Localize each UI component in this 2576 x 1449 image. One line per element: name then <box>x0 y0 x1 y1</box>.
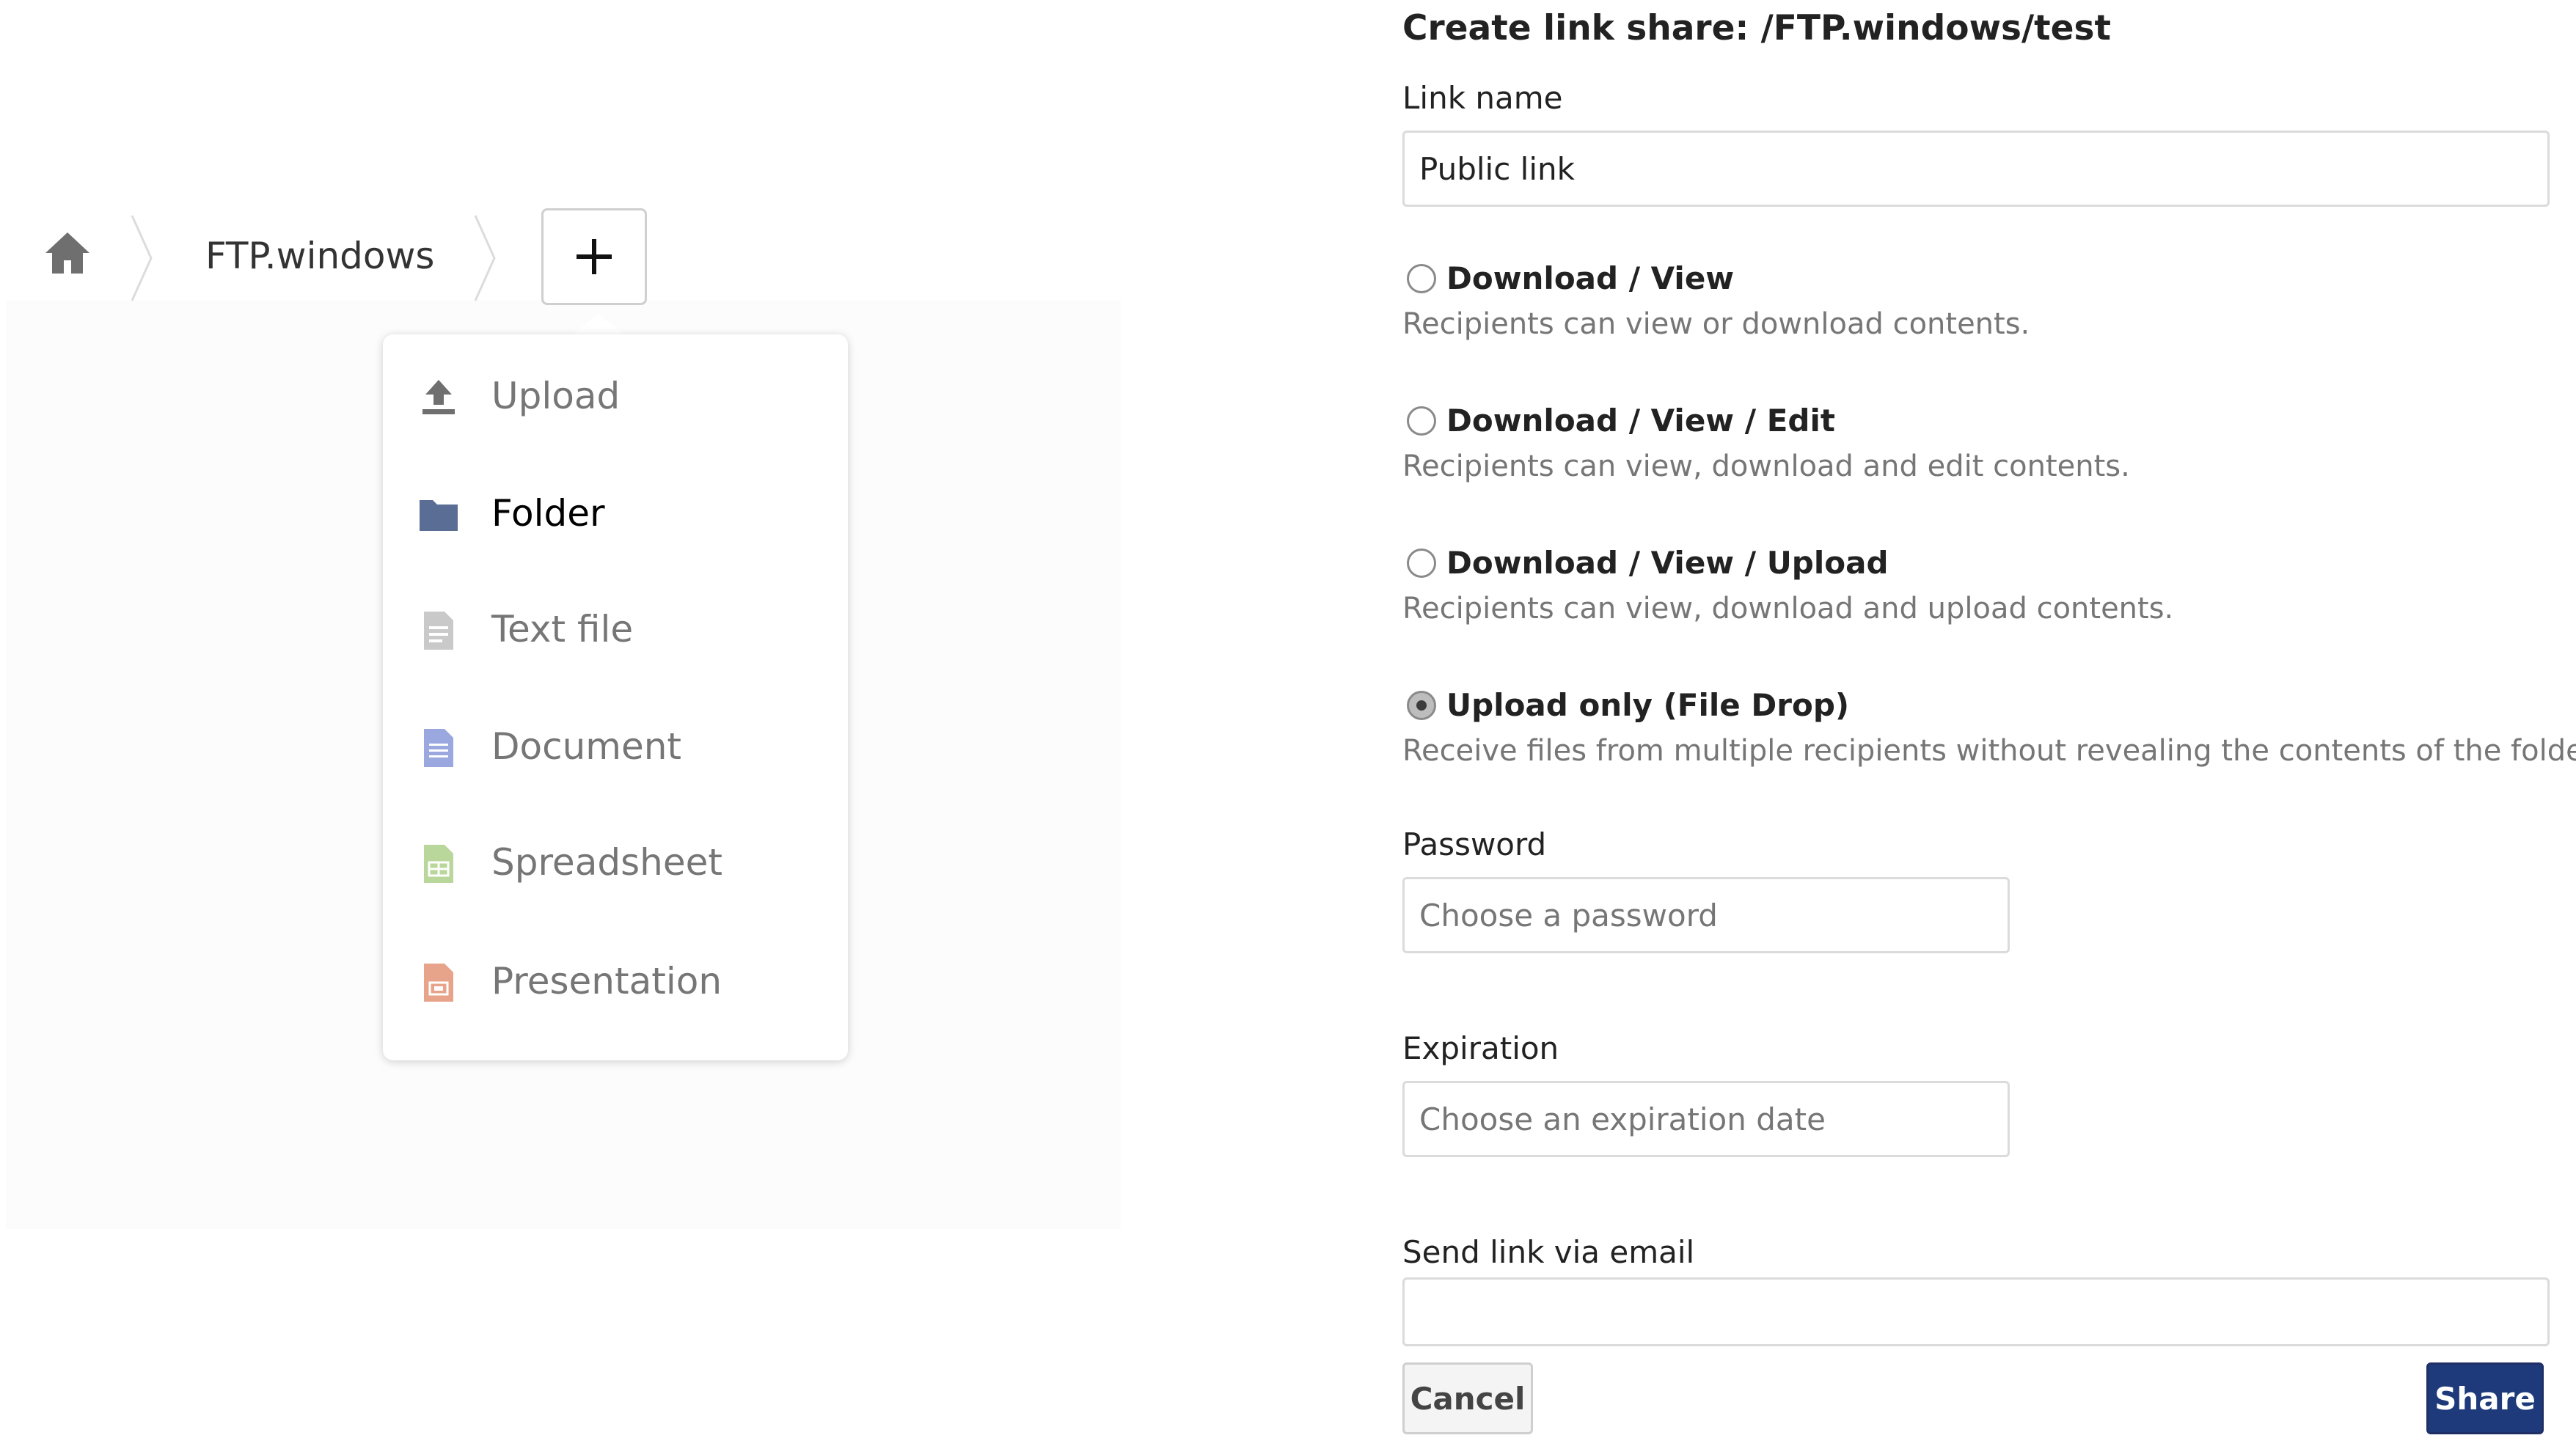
new-item-menu-list: Upload Folder Text file Document Spreads… <box>383 334 848 1060</box>
menu-item-label: Spreadsheet <box>491 841 722 884</box>
email-label: Send link via email <box>1402 1234 1695 1270</box>
cancel-button[interactable]: Cancel <box>1402 1362 1533 1434</box>
menu-item-label: Presentation <box>491 960 722 1002</box>
radio-download-view-upload[interactable] <box>1407 549 1436 578</box>
home-icon <box>45 232 89 274</box>
breadcrumb-separator-icon <box>474 215 496 301</box>
option-description: Recipients can view, download and upload… <box>1402 592 2174 626</box>
menu-item-label: Upload <box>491 375 621 417</box>
share-button[interactable]: Share <box>2426 1362 2544 1434</box>
spreadsheet-icon <box>424 845 453 883</box>
breadcrumb-home[interactable] <box>38 226 97 280</box>
option-description: Recipients can view or download contents… <box>1402 307 2030 341</box>
password-label: Password <box>1402 826 1547 862</box>
option-label[interactable]: Download / View / Upload <box>1446 543 1889 584</box>
expiration-date-input[interactable] <box>1402 1081 2010 1157</box>
menu-item-document[interactable]: Document <box>383 695 848 798</box>
folder-icon <box>420 500 458 531</box>
document-icon <box>424 729 453 767</box>
menu-item-upload[interactable]: Upload <box>383 345 848 447</box>
email-input[interactable] <box>1402 1277 2550 1346</box>
link-name-label: Link name <box>1402 80 1563 116</box>
option-label[interactable]: Upload only (File Drop) <box>1446 685 1849 726</box>
password-input[interactable] <box>1402 877 2010 953</box>
menu-item-presentation[interactable]: Presentation <box>383 930 848 1032</box>
menu-item-spreadsheet[interactable]: Spreadsheet <box>383 811 848 914</box>
menu-item-folder[interactable]: Folder <box>383 462 848 565</box>
new-item-button[interactable] <box>541 208 647 305</box>
option-description: Receive files from multiple recipients w… <box>1402 734 2576 768</box>
option-label[interactable]: Download / View / Edit <box>1446 400 1835 441</box>
share-form-title: Create link share: /FTP.windows/test <box>1402 8 2111 48</box>
presentation-icon <box>424 964 453 1002</box>
radio-upload-only[interactable] <box>1407 691 1436 720</box>
upload-icon <box>422 380 455 414</box>
text-file-icon <box>424 612 453 650</box>
link-name-input[interactable] <box>1402 131 2550 207</box>
menu-item-text-file[interactable]: Text file <box>383 578 848 681</box>
expiration-label: Expiration <box>1402 1030 1559 1066</box>
breadcrumb-separator-icon <box>131 215 153 301</box>
breadcrumb-folder[interactable]: FTP.windows <box>205 233 434 279</box>
option-label[interactable]: Download / View <box>1446 258 1734 299</box>
menu-item-label: Folder <box>491 492 605 535</box>
radio-download-view[interactable] <box>1407 264 1436 293</box>
option-description: Recipients can view, download and edit c… <box>1402 450 2130 483</box>
plus-icon <box>577 239 612 274</box>
menu-item-label: Text file <box>491 608 634 650</box>
menu-item-label: Document <box>491 725 682 768</box>
radio-download-view-edit[interactable] <box>1407 406 1436 436</box>
